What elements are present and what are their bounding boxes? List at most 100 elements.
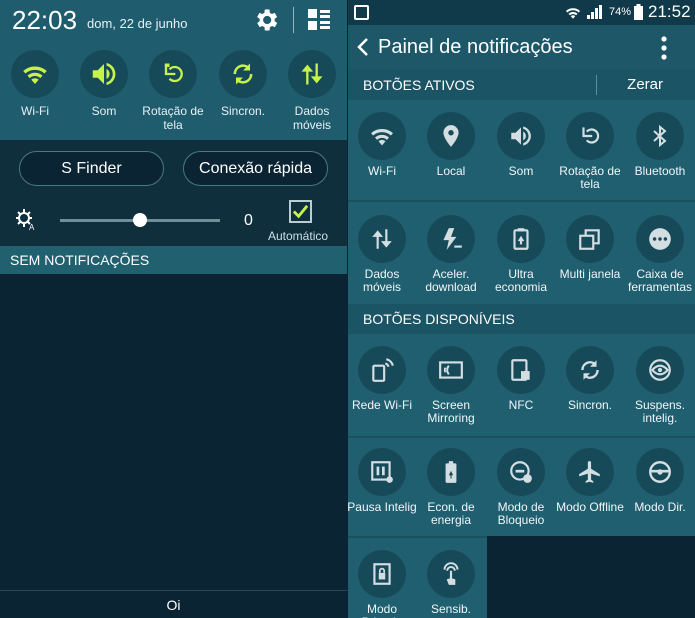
grid-divider [348,536,487,538]
tile-touch-sensitivity[interactable]: Sensib. toque [416,550,486,618]
multi-window-icon [579,229,600,250]
bluetooth-icon [653,124,667,148]
tile-sound[interactable]: Som [486,112,556,178]
empty-grid-area [487,536,695,618]
rotation-icon [164,63,183,83]
s-finder-button[interactable]: S Finder [19,151,164,186]
tile-smart-stay[interactable]: Suspens. intelig. [625,346,695,425]
tile-label: Ultra economia [494,267,548,294]
tile-nfc[interactable]: NFC [486,346,556,412]
location-icon [443,125,459,147]
tile-label: Suspens. intelig. [634,398,686,425]
tile-wifi-hotspot[interactable]: Rede Wi-Fi [347,346,417,412]
available-buttons-header: BOTÕES DISPONÍVEIS [348,304,695,334]
section-label: BOTÕES DISPONÍVEIS [363,311,515,327]
tile-bluetooth[interactable]: Bluetooth [625,112,695,178]
page-title: Painel de notificações [378,36,573,58]
tile-private-mode[interactable]: Modo Privado [347,550,417,618]
quick-toggle-wifi[interactable]: Wi-Fi [0,50,70,118]
active-buttons-header: BOTÕES ATIVOS Zerar [348,70,695,100]
header-divider [596,75,597,95]
quick-toggle-sound[interactable]: Som [69,50,139,118]
tile-label: Pausa Intelig [347,500,417,514]
mobile-data-icon [372,229,392,249]
tile-label: Modo Dir. [634,500,686,514]
screen-mirroring-icon [439,361,463,379]
wifi-icon [371,128,393,146]
volume-icon [511,126,531,146]
status-clock: 21:52 [648,2,691,21]
quick-toggle-label: Dados móveis [292,104,331,132]
power-saving-icon [445,461,457,483]
download-booster-icon [443,228,462,250]
notification-shade: 22:03 dom, 22 de junho Wi-Fi Som Rotação… [0,0,347,618]
tile-download-booster[interactable]: Aceler. download [416,215,486,294]
nfc-icon [511,359,530,381]
grid-edit-icon[interactable] [307,8,331,32]
quick-toggle-label: Som [91,104,117,118]
tile-label: Wi-Fi [368,164,396,178]
quick-toggle-rotation[interactable]: Rotação de tela [138,50,208,132]
tile-label: Local [436,164,466,178]
tile-screen-mirroring[interactable]: Screen Mirroring [416,346,486,425]
sync-icon [233,63,253,85]
smart-stay-icon [649,359,671,381]
gear-icon[interactable] [252,6,280,34]
checkmark-icon [292,204,309,219]
tile-label: NFC [508,398,534,412]
status-time: 22:03 [12,5,78,35]
auto-brightness-label: Automático [268,229,329,243]
carrier-label: Oi [0,590,347,618]
toolbox-icon [649,228,671,250]
battery-icon [634,4,643,20]
header-divider [293,7,294,33]
wifi-icon [23,66,47,84]
tile-location[interactable]: Local [416,112,486,178]
battery-percent: 74% [609,6,632,18]
tile-blocking-mode[interactable]: Modo de Bloqueio [486,448,556,527]
tile-smart-pause[interactable]: Pausa Intelig [347,448,417,514]
reset-button[interactable]: Zerar [627,70,663,100]
tile-label: Rede Wi-Fi [351,398,412,412]
status-bar: 74% 21:52 [348,0,695,25]
grid-divider [348,200,695,202]
driving-mode-icon [649,461,671,483]
brightness-slider-thumb[interactable] [133,213,147,227]
tile-label: Caixa de ferramentas [627,267,693,294]
ultra-saving-icon [513,228,529,250]
quick-toggle-mobile-data[interactable]: Dados móveis [277,50,347,132]
tile-wifi[interactable]: Wi-Fi [347,112,417,178]
tile-driving-mode[interactable]: Modo Dir. [625,448,695,514]
back-arrow-icon[interactable] [356,37,370,57]
tile-mobile-data[interactable]: Dados móveis [347,215,417,294]
tile-ultra-saving[interactable]: Ultra economia [486,215,556,294]
tile-toolbox[interactable]: Caixa de ferramentas [625,215,695,294]
quick-toggle-label: Wi-Fi [21,104,49,118]
wifi-signal-icon [565,8,581,19]
overflow-menu-icon[interactable] [660,35,668,61]
notification-panel-settings: 74% 21:52 Painel de notificações BOTÕES … [347,0,695,618]
touch-sensitivity-icon [443,562,459,585]
tile-multi-window[interactable]: Multi janela [555,215,625,281]
shade-header: 22:03 dom, 22 de junho Wi-Fi Som Rotação… [0,0,347,140]
tile-label: Som [508,164,534,178]
tile-label: Rotação de tela [559,164,621,191]
auto-brightness-checkbox[interactable] [289,200,312,223]
tile-label: Modo de Bloqueio [497,500,545,527]
brightness-auto-icon: A [16,209,35,231]
tile-offline-mode[interactable]: Modo Offline [555,448,625,514]
quick-toggle-sync[interactable]: Sincron. [208,50,278,118]
grid-divider [348,436,695,438]
tile-rotation[interactable]: Rotação de tela [555,112,625,191]
tile-label: Econ. de energia [427,500,475,527]
action-bar: Painel de notificações [348,25,695,70]
private-mode-icon [373,563,391,585]
tile-sync[interactable]: Sincron. [555,346,625,412]
tile-label: Aceler. download [425,267,477,294]
brightness-value: 0 [244,212,253,229]
tile-label: Dados móveis [362,267,401,294]
quick-connect-button[interactable]: Conexão rápida [183,151,328,186]
quick-toggle-label: Sincron. [220,104,266,118]
tile-label: Sensib. toque [430,602,472,618]
tile-power-saving[interactable]: Econ. de energia [416,448,486,527]
